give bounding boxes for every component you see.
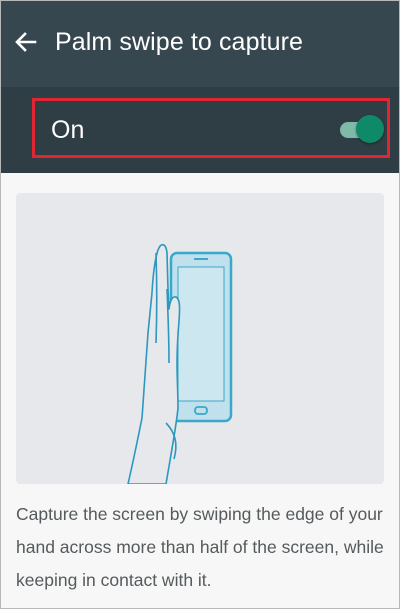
screen: Palm swipe to capture On Capture the scr… [0, 0, 400, 609]
phone-graphic [169, 251, 233, 423]
feature-description: Capture the screen by swiping the edge o… [16, 504, 384, 590]
page-title: Palm swipe to capture [55, 28, 304, 56]
highlight-box [32, 98, 390, 158]
back-arrow-icon[interactable] [13, 29, 39, 55]
palm-swipe-toggle[interactable] [340, 115, 384, 145]
app-bar: Palm swipe to capture [1, 1, 399, 87]
hand-and-phone-icon [127, 243, 233, 485]
palm-swipe-illustration [16, 193, 384, 485]
toggle-thumb [356, 115, 384, 143]
switch-label: On [51, 116, 85, 144]
